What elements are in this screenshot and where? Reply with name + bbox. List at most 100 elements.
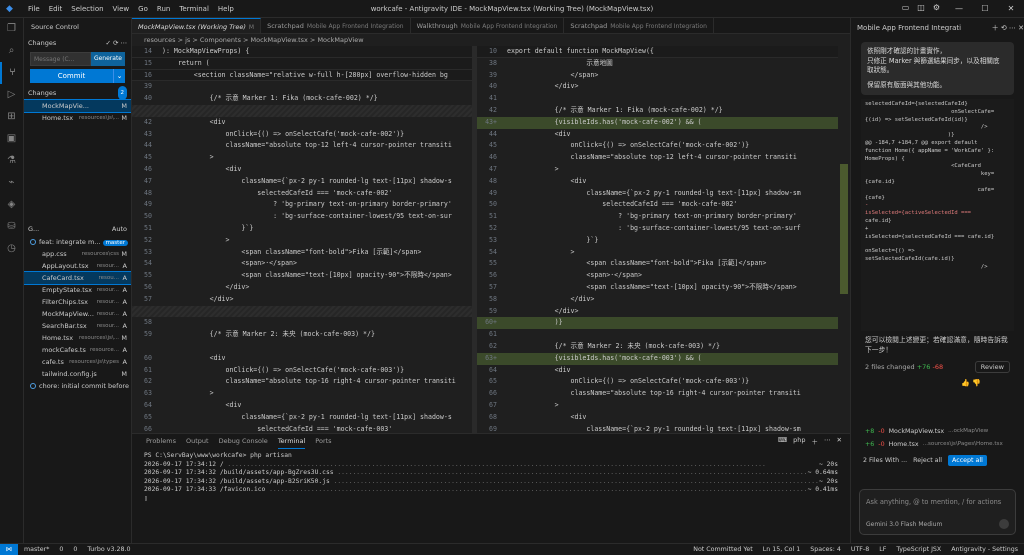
thumbs-icon[interactable]: 👍 👎 [961, 379, 981, 387]
commit-status[interactable]: Not Committed Yet [693, 544, 752, 555]
close-panel-icon[interactable]: ✕ [837, 436, 842, 446]
menu-item-view[interactable]: View [113, 5, 130, 13]
add-terminal-icon[interactable]: ＋ [812, 436, 819, 446]
files-with-label[interactable]: 2 Files With ... [863, 457, 907, 464]
encoding[interactable]: UTF-8 [851, 544, 869, 555]
chat-actions[interactable]: ＋ ⟲ ⋯ ✕ [992, 18, 1024, 38]
minimize-icon[interactable]: — [946, 0, 972, 18]
generate-button[interactable]: Generate [90, 52, 125, 66]
extensions-icon[interactable]: ⊞ [0, 106, 23, 128]
shell-label[interactable]: php [793, 436, 805, 446]
layout-icon[interactable]: ▭ [902, 3, 910, 12]
changed-file-item[interactable]: Home.tsx resources\js\... M [24, 112, 131, 124]
changes-section-header[interactable]: Changes ✓ ⟳ ⋯ [24, 36, 131, 50]
split-icon[interactable]: ◫ [917, 3, 925, 12]
turbo-status[interactable]: Turbo v3.28.0 [87, 544, 130, 555]
model-selector[interactable]: Gemini 3.0 Flash Medium [866, 521, 942, 528]
panel-tab-problems[interactable]: Problems [146, 434, 176, 448]
diff-modified-pane[interactable]: 10 export default function MockMapView({3… [477, 46, 850, 433]
tab-0[interactable]: MockMapView.tsx (Working Tree) M [132, 18, 262, 33]
explorer-icon[interactable]: ❐ [0, 18, 23, 40]
tab-1[interactable]: Scratchpad Mobile App Frontend Integratio… [261, 18, 411, 33]
eol[interactable]: LF [879, 544, 886, 555]
commit-button[interactable]: Commit ⌄ [30, 69, 125, 83]
warnings-count[interactable]: 0 [73, 544, 77, 555]
git-graph-icon[interactable]: ⌁ [0, 172, 23, 194]
tab-3[interactable]: Scratchpad Mobile App Frontend Integratio… [564, 18, 714, 33]
chat-input-box[interactable]: Ask anything, @ to mention, / for action… [859, 489, 1016, 535]
changed-file-item[interactable]: MockMapVie... M [24, 99, 131, 113]
line-code: </div> [507, 82, 579, 91]
graph-file-item[interactable]: EmptyState.tsx resour... A [24, 284, 131, 296]
graph-auto-label[interactable]: Auto [112, 222, 127, 236]
graph-file-item[interactable]: mockCafes.ts resource... A [24, 344, 131, 356]
chevron-down-icon[interactable]: ⌄ [113, 69, 125, 83]
panel-tab-output[interactable]: Output [186, 434, 209, 448]
remote-icon[interactable]: ⋈ [0, 544, 18, 555]
lines-removed: -68 [932, 363, 944, 371]
changes-group[interactable]: Changes 2 [24, 86, 131, 100]
overview-ruler[interactable] [838, 46, 850, 433]
menu-item-edit[interactable]: Edit [49, 5, 63, 13]
close-icon[interactable]: ✕ [998, 0, 1024, 18]
accept-all-button[interactable]: Accept all [948, 454, 987, 466]
commit-message-input[interactable] [30, 52, 91, 66]
errors-count[interactable]: 0 [59, 544, 63, 555]
maximize-icon[interactable]: ☐ [972, 0, 998, 18]
graph-file-item[interactable]: tailwind.config.js M [24, 368, 131, 380]
menu-item-terminal[interactable]: Terminal [179, 5, 209, 13]
commit-node[interactable]: feat: integrate m... master [24, 236, 131, 248]
line-code: <div [162, 353, 226, 362]
tab-2[interactable]: Walkthrough Mobile App Frontend Integrati… [411, 18, 565, 33]
graph-file-item[interactable]: Home.tsx resources\js\... M [24, 332, 131, 344]
commit-node-initial[interactable]: chore: initial commit before ... [24, 380, 131, 392]
graph-file-item[interactable]: cafe.ts resources\js\types A [24, 356, 131, 368]
run-debug-icon[interactable]: ▷ [0, 84, 23, 106]
search-icon[interactable]: ⌕ [0, 40, 23, 62]
panel-tab-terminal[interactable]: Terminal [277, 434, 306, 449]
graph-file-item[interactable]: AppLayout.tsx resour... A [24, 260, 131, 272]
branch-status[interactable]: master* [24, 544, 49, 555]
cursor-position[interactable]: Ln 15, Col 1 [763, 544, 801, 555]
line-number: 57 [489, 282, 497, 291]
testing-icon[interactable]: ⚗ [0, 150, 23, 172]
language-mode[interactable]: TypeScript JSX [896, 544, 941, 555]
send-icon[interactable] [999, 519, 1009, 529]
menu-item-go[interactable]: Go [138, 5, 148, 13]
terminal-output[interactable]: PS C:\ServBay\www\workcafe> php artisan … [132, 448, 850, 508]
graph-file-item[interactable]: MockMapView.tsx resour... A [24, 308, 131, 320]
docker-icon[interactable]: ◈ [0, 194, 23, 216]
breadcrumb[interactable]: resources > js > Components > MockMapVie… [132, 34, 850, 46]
remote-icon[interactable]: ▣ [0, 128, 23, 150]
terminal-icon[interactable]: ⌨ [778, 436, 787, 446]
app-settings[interactable]: Antigravity - Settings [951, 544, 1018, 555]
graph-file-item[interactable]: SearchBar.tsx resour... A [24, 320, 131, 332]
code-block-line: + [865, 225, 869, 232]
menu-item-help[interactable]: Help [218, 5, 234, 13]
panel-tab-ports[interactable]: Ports [315, 434, 331, 448]
diff-original-pane[interactable]: 14): MockMapViewProps) {15 return (16 <s… [132, 46, 472, 433]
gear-icon[interactable]: ⚙ [933, 3, 940, 12]
code-line: 39 [132, 81, 472, 93]
changed-file-row[interactable]: +8 -0 MockMapView.tsx ...ockMapView [851, 425, 1024, 438]
file-dir: resour... [96, 287, 119, 293]
graph-file-item[interactable]: CafeCard.tsx resou... A [24, 271, 131, 285]
line-number: 55 [489, 259, 497, 268]
file-path: ...sources\js\Pages\Home.tsx [922, 441, 1003, 447]
indentation[interactable]: Spaces: 4 [810, 544, 841, 555]
more-icon[interactable]: ⋯ [824, 436, 831, 446]
menu-item-file[interactable]: File [28, 5, 40, 13]
graph-file-item[interactable]: FilterChips.tsx resour... A [24, 296, 131, 308]
menu-item-run[interactable]: Run [157, 5, 170, 13]
changed-file-row[interactable]: +6 -0 Home.tsx ...sources\js\Pages\Home.tsx [851, 438, 1024, 451]
panel-tab-debug-console[interactable]: Debug Console [219, 434, 268, 448]
check-icon[interactable]: ✓ ⟳ ⋯ [105, 36, 127, 50]
menu-item-selection[interactable]: Selection [71, 5, 103, 13]
timeline-icon[interactable]: ◷ [0, 238, 23, 260]
database-icon[interactable]: ⛁ [0, 216, 23, 238]
graph-file-item[interactable]: app.css resources\css M [24, 248, 131, 260]
git-graph-header[interactable]: G... Auto [24, 222, 131, 236]
review-button[interactable]: Review [974, 361, 1010, 373]
source-control-icon[interactable]: ⑂ [0, 62, 23, 84]
reject-all-button[interactable]: Reject all [913, 457, 942, 464]
